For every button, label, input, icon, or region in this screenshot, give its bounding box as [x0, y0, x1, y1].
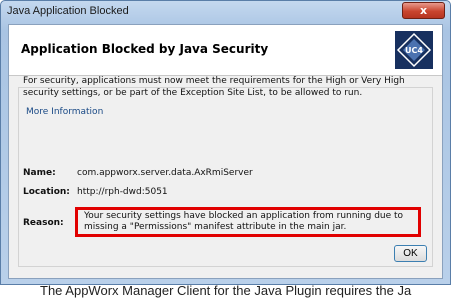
more-information-link[interactable]: More Information: [26, 107, 103, 117]
location-label: Location:: [23, 187, 70, 197]
uc4-logo: UC4: [395, 31, 433, 69]
java-blocked-dialog: Java Application Blocked x Application B…: [0, 0, 451, 285]
name-value: com.appworx.server.data.AxRmiServer: [77, 168, 253, 178]
security-message: For security, applications must now meet…: [23, 76, 405, 98]
dialog-header: Application Blocked by Java Security UC4: [9, 25, 442, 76]
title-bar[interactable]: Java Application Blocked x: [1, 1, 450, 23]
name-label: Name:: [23, 168, 56, 178]
header-title: Application Blocked by Java Security: [21, 42, 269, 56]
background-document-text: The AppWorx Manager Client for the Java …: [40, 283, 412, 298]
reason-label: Reason:: [23, 218, 64, 228]
dialog-content: Application Blocked by Java Security UC4: [8, 24, 443, 279]
window-title: Java Application Blocked: [7, 5, 129, 17]
location-value: http://rph-dwd:5051: [77, 187, 168, 197]
reason-value: Your security settings have blocked an a…: [84, 211, 404, 232]
ok-button[interactable]: OK: [394, 245, 427, 262]
close-button[interactable]: x: [402, 2, 445, 19]
logo-text: UC4: [405, 46, 423, 55]
close-icon: x: [419, 4, 428, 17]
